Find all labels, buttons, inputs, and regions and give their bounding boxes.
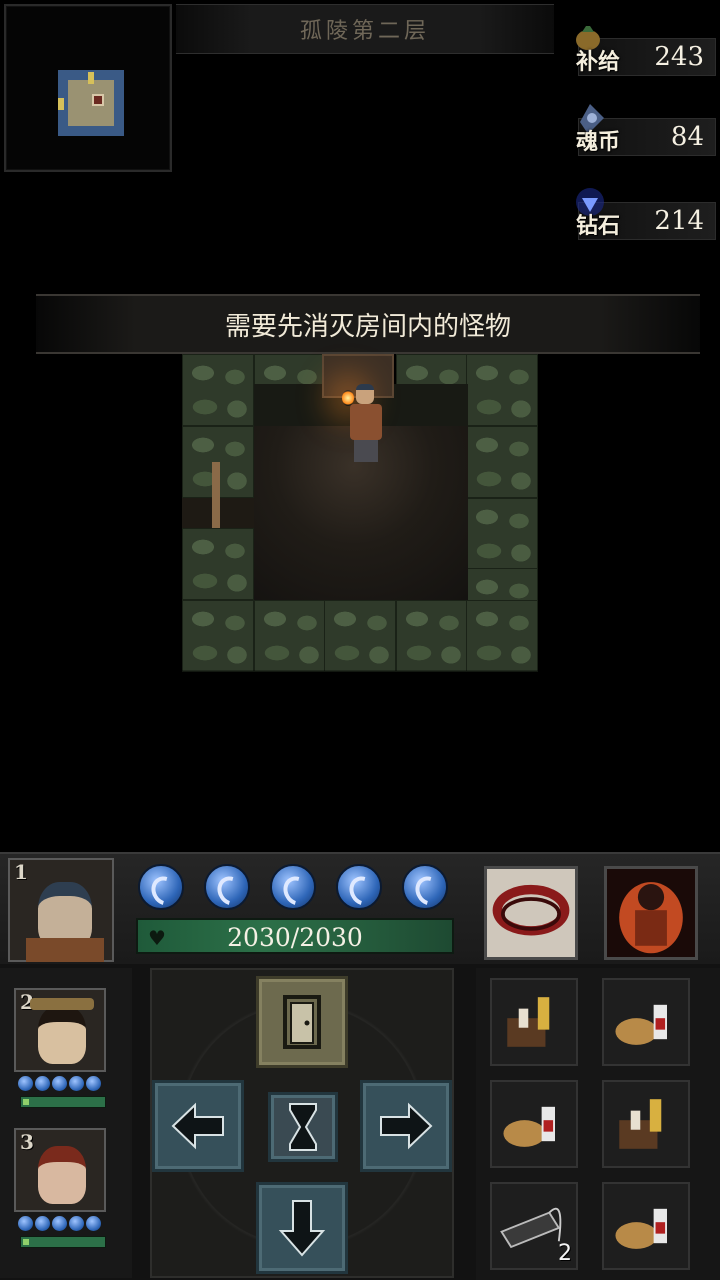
member-energy-orbs [18,1076,101,1091]
minimap-door-icon [88,72,94,84]
message-banner: 需要先消灭房间内的怪物 [36,294,700,354]
inventory-slot[interactable] [490,978,578,1066]
party-slot-number: 1 [14,860,28,884]
avatar [38,1006,86,1064]
wall-tile [324,600,396,672]
wait-button[interactable] [268,1092,338,1162]
inventory-slot[interactable]: 2 [490,1182,578,1270]
resource-supply: 补给 243 [566,26,716,76]
wall-tile [396,354,468,386]
resource-value: 84 [670,122,704,152]
wall-tile [182,528,254,600]
item-count: 2 [558,1241,572,1266]
door-icon [283,995,321,1049]
whirlwind-slash-icon [487,869,575,957]
minimap-current-room [58,70,124,136]
hp-text: 2030/2030 [227,923,363,952]
exit-door-button[interactable] [256,976,348,1068]
resource-label: 魂币 [576,129,621,155]
inventory-slot[interactable] [602,978,690,1066]
party-member-portrait[interactable]: 2 [14,988,106,1072]
resource-label: 钻石 [576,213,621,239]
move-right-button[interactable] [360,1080,452,1172]
wall-tile [254,354,326,386]
resource-label: 补给 [576,49,621,75]
resource-diamond: 钻石 214 [566,188,716,240]
minimap-player-marker [92,94,104,106]
energy-orb-icon [336,864,382,910]
resource-value: 214 [654,206,704,236]
member-hp-bar [20,1096,106,1108]
hourglass-icon [289,1103,317,1151]
wall-tile [466,354,538,426]
side-door-post [212,462,220,528]
energy-orb-icon [270,864,316,910]
bread-bottle-icon [615,1004,667,1045]
resource-value: 243 [654,42,704,72]
inventory-slot[interactable] [602,1080,690,1168]
movement-pad [150,968,454,1278]
arrow-left-icon [171,1102,224,1150]
energy-orb-icon [138,864,184,910]
member-hp-bar [20,1236,106,1248]
bread-bottle-icon [615,1208,667,1249]
resource-soul-coin: 魂币 84 [566,104,716,156]
inventory-panel: 2 [476,968,720,1280]
arrow-down-icon [278,1200,326,1257]
wall-tile [182,354,254,426]
energy-orb-icon [402,864,448,910]
floor-title: 孤陵第二层 [176,4,554,54]
wall-tile [182,600,254,672]
party-member-portrait[interactable]: 3 [14,1128,106,1212]
wall-tile [466,426,538,498]
leader-hp-bar: ♥ 2030/2030 [136,918,454,954]
energy-orbs [138,864,448,910]
wall-tile [466,498,538,570]
move-left-button[interactable] [152,1080,244,1172]
move-down-button[interactable] [256,1182,348,1274]
inventory-slot[interactable] [490,1080,578,1168]
party-list: 2 3 [0,968,132,1278]
party-slot-number: 3 [20,1130,34,1154]
flame-fist-icon [607,869,695,957]
chest-bottle-icon [507,997,550,1047]
minimap[interactable] [4,4,172,172]
skill-slot-1[interactable] [484,866,578,960]
member-energy-orbs [18,1216,101,1231]
leader-portrait[interactable]: 1 [8,858,114,962]
wall-tile [466,600,538,672]
wall-tile [254,600,326,672]
inventory-slot[interactable] [602,1182,690,1270]
chest-bottle-icon [619,1099,662,1149]
arrow-right-icon [380,1102,433,1150]
energy-orb-icon [204,864,250,910]
minimap-door-icon [58,98,64,110]
bread-bottle-icon [503,1106,555,1147]
avatar [38,1146,86,1204]
bottom-hud: 1 ♥ 2030/2030 2 3 2 [0,852,720,1280]
skill-slot-2[interactable] [604,866,698,960]
leader-panel: 1 ♥ 2030/2030 [0,852,720,964]
player-character[interactable] [342,384,386,464]
wall-tile [396,600,468,672]
dungeon-room[interactable] [182,354,538,710]
